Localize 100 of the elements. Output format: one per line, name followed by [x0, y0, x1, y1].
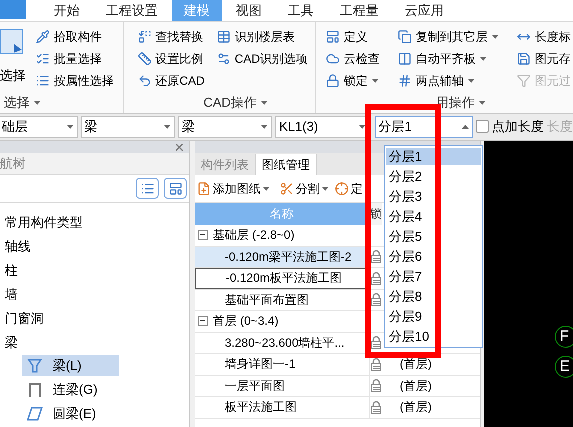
tree-item[interactable]: 轴线	[5, 235, 31, 259]
tree-child-item[interactable]: 圆梁(E)	[22, 403, 119, 424]
dropdown-option[interactable]: 分层8	[386, 288, 481, 305]
ribbon-tab[interactable]: 视图	[224, 0, 274, 21]
ribbon-button[interactable]: 按属性选择	[34, 70, 116, 92]
dropdown-option[interactable]: 分层4	[386, 208, 481, 225]
drawing-row[interactable]: 一层平面图	[195, 376, 369, 396]
tree-item[interactable]: 柱	[5, 259, 18, 283]
dropdown-option[interactable]: 分层7	[386, 268, 481, 285]
ribbon-button[interactable]: 图元存	[515, 48, 573, 70]
selector-dropdown[interactable]: 梁	[80, 116, 175, 138]
caret-icon	[358, 124, 366, 129]
panel-view-button[interactable]	[164, 178, 187, 199]
select-button[interactable]: 选择	[0, 26, 26, 93]
ribbon-button[interactable]: 识别楼层表	[214, 26, 310, 48]
tree-item[interactable]: 常用构件类型	[5, 211, 83, 235]
settings-icon	[216, 52, 231, 66]
floor-cell-text: (首层)	[399, 378, 432, 395]
dropdown-option[interactable]: 分层2	[386, 168, 481, 185]
drawing-row[interactable]: 墙身详图一-1	[195, 354, 369, 374]
caret-icon	[492, 35, 499, 39]
tree-child-item[interactable]: 梁(L)	[22, 355, 119, 376]
lock-icon[interactable]	[371, 293, 382, 306]
close-icon[interactable]	[176, 144, 183, 150]
frame-icon	[27, 382, 43, 398]
window-icon	[168, 182, 182, 196]
caret-icon	[480, 57, 487, 61]
dropdown-option[interactable]: 分层3	[386, 188, 481, 205]
drawing-row[interactable]: 板平法施工图	[195, 397, 369, 418]
cloud-icon	[326, 52, 340, 66]
dropdown-option[interactable]: 分层10	[386, 328, 481, 345]
lock-icon[interactable]	[371, 400, 382, 414]
caret-icon	[34, 100, 41, 105]
ribbon-tab[interactable]: 工程量	[328, 0, 391, 21]
tree-item[interactable]: 门窗洞	[5, 307, 44, 331]
dropdown-option[interactable]: 分层5	[386, 228, 481, 245]
toolbar-button[interactable]: 添加图纸	[197, 180, 270, 198]
scissors-icon	[280, 182, 294, 196]
lock-icon[interactable]	[371, 272, 382, 285]
ruler-icon	[138, 52, 152, 66]
dropdown-option[interactable]: 分层6	[386, 248, 481, 265]
dropdown-option[interactable]: 分层1	[386, 148, 481, 165]
funnel-icon	[27, 358, 43, 374]
caret-icon	[372, 79, 379, 83]
dropdown-option[interactable]: 分层9	[386, 308, 481, 325]
table-icon	[216, 30, 231, 44]
minus-box-icon[interactable]	[198, 316, 208, 326]
ribbon-tab[interactable]: 工程设置	[94, 0, 170, 21]
ribbon-button[interactable]: 设置比例	[136, 48, 207, 70]
ribbon-button[interactable]: 批量选择	[34, 48, 116, 70]
parallelogram-icon	[27, 406, 43, 422]
crosshair-icon	[335, 182, 349, 196]
caret-icon	[263, 186, 270, 190]
lock-icon[interactable]	[371, 379, 382, 392]
ribbon-button[interactable]: CAD识别选项	[214, 48, 310, 70]
ribbon-button[interactable]: 自动平齐板	[396, 48, 501, 70]
checklist-icon	[36, 52, 50, 66]
list-view-button[interactable]	[136, 178, 159, 199]
drawing-row[interactable]: 3.280~23.600墙柱平...	[195, 332, 369, 353]
caret-icon	[479, 100, 486, 105]
group-label: CAD操作	[204, 94, 258, 112]
filter-icon	[517, 74, 531, 88]
caret-icon	[66, 124, 74, 129]
ribbon-tab[interactable]: 工具	[276, 0, 326, 21]
lock-icon[interactable]	[371, 250, 382, 264]
ribbon-button[interactable]: 定义	[324, 26, 382, 48]
drawing-row[interactable]: 基础平面布置图	[195, 290, 369, 310]
ribbon-button[interactable]: 查找替换	[136, 26, 207, 48]
ribbon-button[interactable]: 云检查	[324, 48, 382, 70]
group-label: 选择	[4, 94, 30, 112]
toolbar-button[interactable]: 定	[335, 180, 363, 198]
ribbon-button[interactable]: 还原CAD	[136, 70, 207, 92]
layout-icon	[326, 30, 340, 44]
ribbon-button[interactable]: 拾取构件	[34, 26, 116, 48]
selector-dropdown[interactable]: 础层	[0, 116, 78, 138]
ribbon-button[interactable]: 锁定	[324, 70, 382, 92]
tree-item[interactable]: 墙	[5, 283, 18, 307]
undo-icon	[138, 74, 152, 88]
layer-dropdown[interactable]: 分层1	[374, 116, 473, 138]
axis-bubble: E	[555, 356, 573, 378]
checkbox[interactable]	[476, 120, 489, 134]
group-name: 首层 (0~3.4)	[213, 313, 279, 330]
tree-item[interactable]: 梁	[5, 331, 18, 355]
minus-box-icon[interactable]	[198, 230, 208, 240]
caret-up-icon	[462, 124, 469, 129]
ribbon-tab[interactable]: 云应用	[393, 0, 456, 21]
lock-icon[interactable]	[371, 336, 382, 350]
lock-icon[interactable]	[371, 358, 382, 371]
ribbon-tab[interactable]: 开始	[42, 0, 92, 21]
replace-icon	[138, 30, 152, 44]
toolbar-button[interactable]: 分割	[280, 180, 329, 198]
ribbon-button[interactable]: 两点辅轴	[396, 70, 501, 92]
checkbox-label: 点加长度	[492, 118, 544, 136]
ribbon-button[interactable]: 复制到其它层	[396, 26, 501, 48]
tree-child-item[interactable]: 连梁(G)	[22, 379, 119, 400]
panel-tab[interactable]: 图纸管理	[256, 154, 317, 175]
ribbon-button[interactable]: 长度标	[515, 26, 573, 48]
file-plus-icon	[197, 182, 211, 196]
selector-dropdown[interactable]: 梁	[178, 116, 272, 138]
caret-icon	[322, 186, 329, 190]
